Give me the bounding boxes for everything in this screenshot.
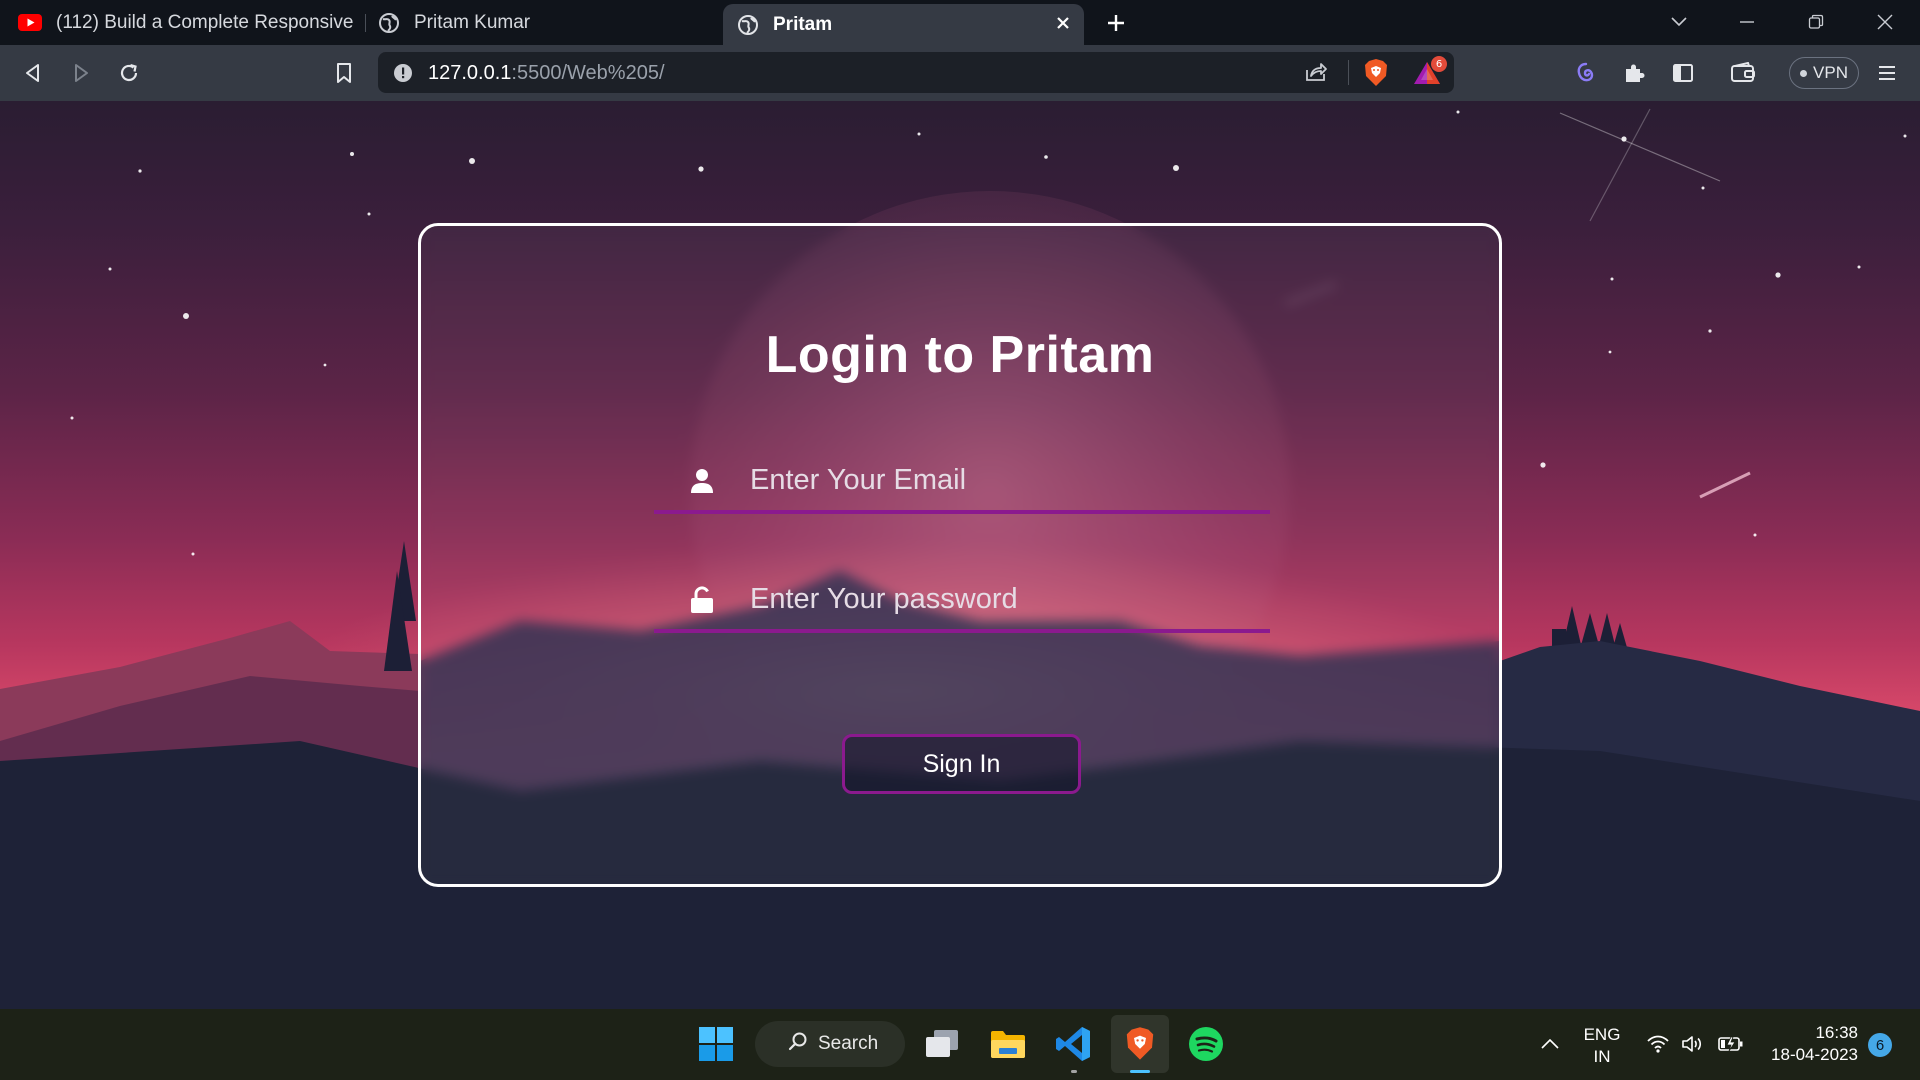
url-text[interactable]: 127.0.0.1:5500/Web%205/ [428, 62, 665, 85]
share-icon[interactable] [1304, 61, 1328, 88]
search-label: Search [818, 1033, 879, 1054]
spotify-icon[interactable] [1177, 1015, 1235, 1073]
windows-start-icon[interactable] [687, 1015, 745, 1073]
lang-bottom: IN [1593, 1047, 1611, 1066]
sidebar-toggle-icon[interactable] [1668, 58, 1698, 88]
tab-pritam-kumar[interactable]: Pritam Kumar [378, 0, 708, 45]
tab-divider [365, 14, 366, 32]
tab-strip: (112) Build a Complete Responsive Pe Pri… [0, 0, 1920, 45]
wifi-icon[interactable] [1640, 1015, 1676, 1073]
address-bar[interactable]: 127.0.0.1:5500/Web%205/ 6 [378, 52, 1454, 93]
youtube-icon [18, 14, 42, 31]
login-card: Login to Pritam Sign In [418, 223, 1502, 887]
vpn-button[interactable]: VPN [1789, 57, 1859, 89]
browser-toolbar: 127.0.0.1:5500/Web%205/ 6 VPN [0, 45, 1920, 101]
sign-in-button[interactable]: Sign In [842, 734, 1081, 794]
login-title: Login to Pritam [765, 326, 1155, 384]
user-icon [688, 466, 716, 496]
back-icon[interactable] [18, 58, 48, 88]
leo-ai-icon[interactable] [1571, 58, 1601, 88]
globe-icon [737, 14, 759, 36]
tab-label: Pritam [773, 13, 833, 35]
globe-icon [378, 12, 400, 34]
windows-taskbar: Search ENG IN 16:38 18-04-2023 6 [0, 1009, 1920, 1080]
clock-time: 16:38 [1815, 1023, 1858, 1042]
tab-label: Pritam Kumar [414, 11, 531, 33]
new-tab-plus-icon[interactable] [1104, 11, 1128, 35]
task-view-icon[interactable] [913, 1015, 971, 1073]
show-hidden-icons-chevron-icon[interactable] [1522, 1015, 1578, 1073]
tab-pritam-active[interactable]: Pritam [723, 4, 1084, 45]
lock-icon [688, 585, 716, 615]
tab-search-chevron-icon[interactable] [1663, 8, 1695, 36]
tab-label: (112) Build a Complete Responsive Pe [56, 11, 354, 33]
site-info-icon[interactable] [393, 63, 413, 88]
clock-date: 18-04-2023 [1771, 1045, 1858, 1064]
vpn-label: VPN [1813, 63, 1848, 82]
volume-icon[interactable] [1675, 1015, 1711, 1073]
running-indicator [1071, 1070, 1077, 1073]
email-field[interactable] [654, 452, 1270, 514]
rewards-badge: 6 [1431, 56, 1447, 72]
vscode-icon[interactable] [1045, 1015, 1103, 1073]
menu-hamburger-icon[interactable] [1872, 58, 1902, 88]
active-indicator [1130, 1070, 1150, 1073]
brave-shields-icon[interactable] [1363, 58, 1389, 93]
file-explorer-icon[interactable] [979, 1015, 1037, 1073]
notification-badge[interactable]: 6 [1868, 1033, 1892, 1057]
tab-youtube[interactable]: (112) Build a Complete Responsive Pe [18, 0, 358, 45]
brave-browser-icon[interactable] [1111, 1015, 1169, 1073]
password-input[interactable] [750, 571, 1250, 627]
close-tab-icon[interactable] [1052, 12, 1074, 34]
forward-icon[interactable] [66, 58, 96, 88]
url-host: 127.0.0.1 [428, 62, 512, 84]
battery-charging-icon[interactable] [1712, 1015, 1750, 1073]
taskbar-search-button[interactable]: Search [755, 1021, 905, 1067]
restore-icon[interactable] [1800, 8, 1832, 36]
search-icon [788, 1031, 808, 1057]
reload-icon[interactable] [114, 58, 144, 88]
lang-top: ENG [1583, 1025, 1621, 1044]
clock[interactable]: 16:38 18-04-2023 [1750, 1022, 1858, 1066]
bookmark-icon[interactable] [329, 58, 359, 88]
screen: (112) Build a Complete Responsive Pe Pri… [0, 0, 1920, 1080]
web-page: Login to Pritam Sign In [0, 101, 1920, 1009]
vpn-status-dot [1800, 69, 1808, 77]
address-divider [1348, 60, 1349, 85]
minimize-icon[interactable] [1731, 8, 1763, 36]
url-path: :5500/Web%205/ [511, 62, 665, 84]
language-indicator[interactable]: ENG IN [1578, 1024, 1626, 1068]
email-input[interactable] [750, 452, 1250, 508]
wallet-icon[interactable] [1728, 58, 1758, 88]
password-field[interactable] [654, 571, 1270, 633]
extensions-puzzle-icon[interactable] [1619, 58, 1649, 88]
close-window-icon[interactable] [1869, 8, 1901, 36]
